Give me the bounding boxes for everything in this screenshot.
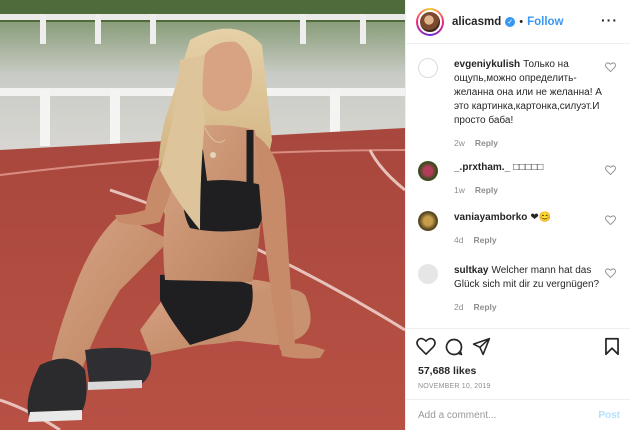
reply-button[interactable]: Reply [473, 302, 496, 312]
comment-time: 2w [454, 138, 465, 148]
comment-body: evgeniykulish Только на ощупь,можно опред… [454, 58, 604, 128]
post-button[interactable]: Post [598, 410, 620, 421]
comment-meta: 2d Reply [454, 302, 630, 312]
follow-button[interactable]: Follow [527, 16, 563, 28]
reply-button[interactable]: Reply [473, 235, 496, 245]
comments-list[interactable]: evgeniykulish Только на ощупь,можно опред… [406, 45, 630, 327]
comment-text: □□□□□ [513, 162, 544, 173]
athlete-photo [0, 0, 405, 430]
comment-username[interactable]: evgeniykulish [454, 59, 520, 70]
verified-icon: ✓ [505, 16, 516, 27]
comment-body: _.prxtham._ □□□□□ [454, 161, 604, 175]
heart-icon[interactable] [605, 165, 616, 175]
bookmark-icon[interactable] [604, 337, 620, 356]
comment-meta: 2w Reply [454, 138, 630, 148]
comment-time: 2d [454, 302, 464, 312]
action-icons [416, 337, 620, 357]
post-header: alicasmd ✓ • Follow ··· [406, 0, 630, 44]
comment-avatar[interactable] [418, 161, 438, 181]
heart-icon[interactable] [605, 62, 616, 72]
comment-item: sultkay Welcher mann hat das Glück sich m… [406, 264, 630, 312]
heart-icon[interactable] [605, 215, 616, 225]
post-date: NOVEMBER 10, 2019 [418, 383, 491, 390]
comment-body: sultkay Welcher mann hat das Glück sich m… [454, 264, 604, 292]
comment-icon[interactable] [444, 337, 464, 357]
post-actions: 57,688 likes NOVEMBER 10, 2019 Post [406, 328, 630, 428]
comment-meta: 4d Reply [454, 235, 630, 245]
comment-time: 1w [454, 185, 465, 195]
more-icon[interactable]: ··· [601, 12, 618, 28]
comment-username[interactable]: vaniayamborko [454, 212, 527, 223]
comment-body: vaniayamborko ❤😊 [454, 211, 604, 225]
reply-button[interactable]: Reply [475, 138, 498, 148]
likes-count[interactable]: 57,688 likes [418, 365, 476, 377]
comment-username[interactable]: _.prxtham._ [454, 162, 510, 173]
comment-item: _.prxtham._ □□□□□ 1w Reply [406, 161, 630, 195]
comment-avatar[interactable] [418, 211, 438, 231]
share-icon[interactable] [472, 337, 491, 356]
heart-icon[interactable] [605, 268, 616, 278]
post-sidebar: alicasmd ✓ • Follow ··· evgeniykulish Тол… [405, 0, 630, 430]
post-photo[interactable] [0, 0, 405, 430]
comment-time: 4d [454, 235, 464, 245]
comment-text: ❤😊 [530, 212, 552, 223]
comment-avatar[interactable] [418, 264, 438, 284]
comment-input[interactable] [418, 410, 578, 421]
add-comment-bar: Post [406, 399, 630, 430]
comment-avatar[interactable] [418, 58, 438, 78]
comment-username[interactable]: sultkay [454, 265, 488, 276]
reply-button[interactable]: Reply [475, 185, 498, 195]
heart-icon[interactable] [416, 337, 436, 355]
comment-item: vaniayamborko ❤😊 4d Reply [406, 211, 630, 245]
comment-meta: 1w Reply [454, 185, 630, 195]
separator-dot: • [519, 15, 524, 28]
avatar[interactable] [416, 7, 444, 36]
post-username[interactable]: alicasmd [452, 16, 501, 28]
comment-item: evgeniykulish Только на ощупь,можно опред… [406, 58, 630, 148]
